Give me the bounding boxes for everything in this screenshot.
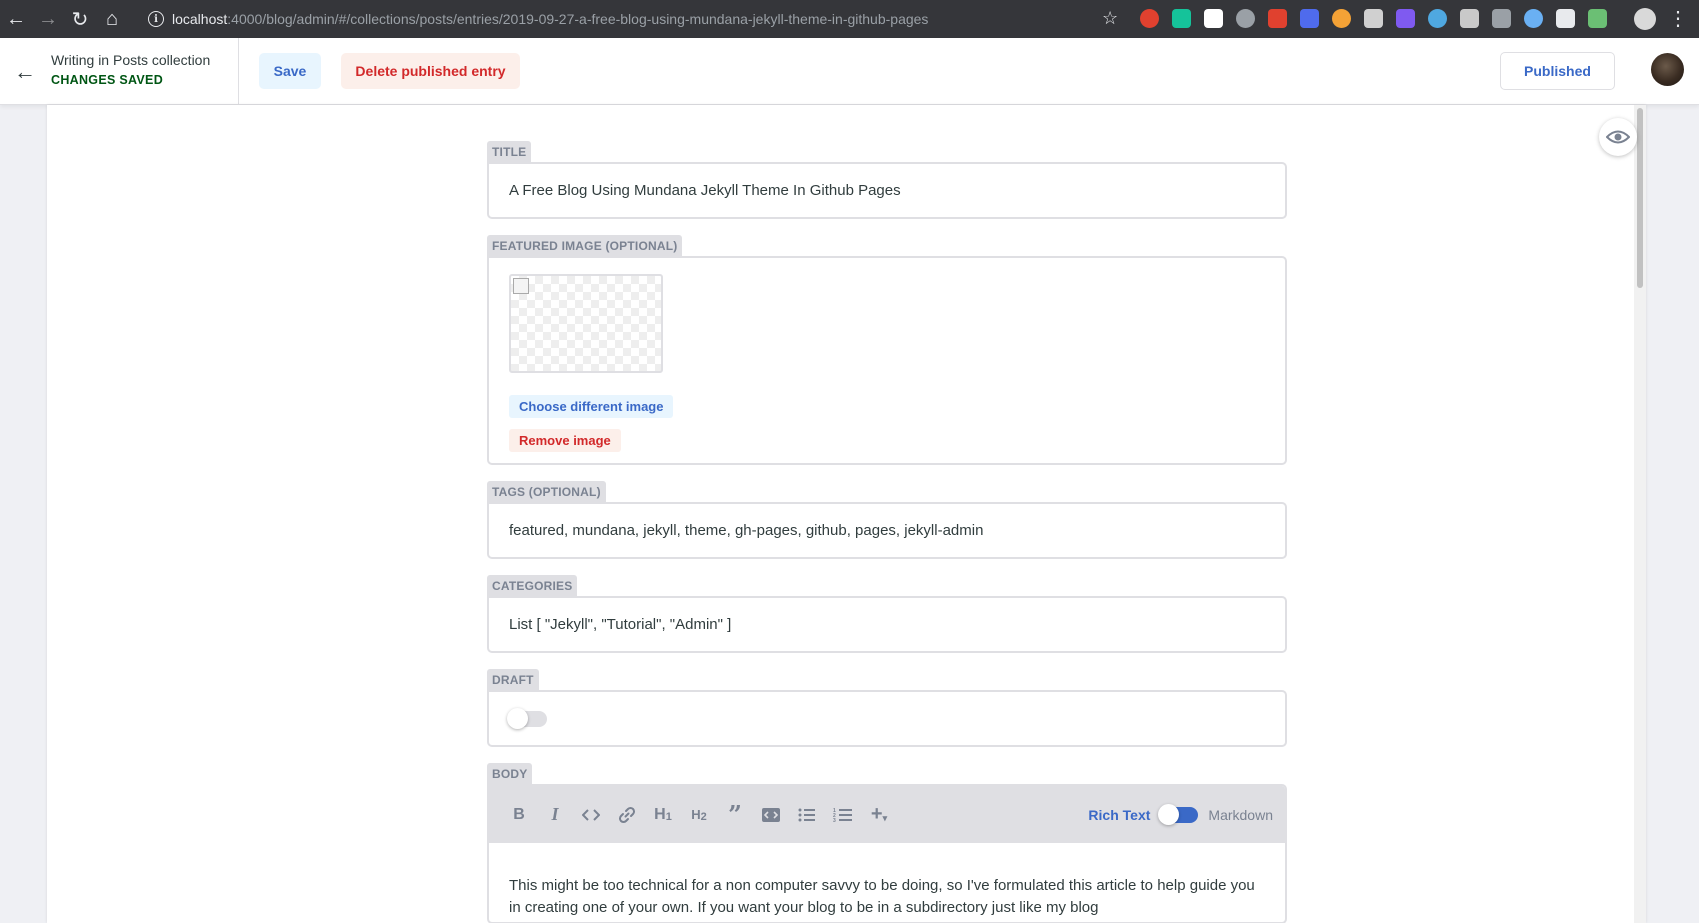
featured-image-field: FEATURED IMAGE (OPTIONAL) Choose differe… [487, 235, 1287, 465]
body-editor-toolbar: B I H1 H2 ” 123 + ▾ Rich Text Markdown [489, 786, 1285, 843]
numbered-list-icon[interactable]: 123 [825, 799, 861, 831]
remove-image-button[interactable]: Remove image [509, 429, 621, 452]
home-icon[interactable]: ⌂ [96, 0, 128, 38]
quote-icon[interactable]: ” [717, 799, 753, 831]
code-icon[interactable] [573, 799, 609, 831]
site-info-icon[interactable]: i [148, 11, 164, 27]
featured-image-box: Choose different image Remove image [487, 256, 1287, 465]
markdown-label[interactable]: Markdown [1208, 807, 1273, 823]
tags-input[interactable]: featured, mundana, jekyll, theme, gh-pag… [487, 502, 1287, 559]
browser-extension-icon[interactable] [1268, 9, 1287, 28]
browser-extension-icon[interactable] [1140, 9, 1159, 28]
editor-panel: TITLE A Free Blog Using Mundana Jekyll T… [47, 105, 1646, 923]
browser-extension-icon[interactable] [1460, 9, 1479, 28]
browser-toolbar: ← → ↻ ⌂ i localhost:4000/blog/admin/#/co… [0, 0, 1699, 38]
tags-label: TAGS (OPTIONAL) [487, 481, 606, 502]
body-editor: B I H1 H2 ” 123 + ▾ Rich Text Markdown T… [487, 784, 1287, 923]
editor-mode-knob [1158, 803, 1180, 825]
back-arrow-icon[interactable]: ← [14, 59, 36, 85]
heading-one-icon[interactable]: H1 [645, 799, 681, 831]
body-field: BODY B I H1 H2 ” 1 2 3 + ▾ Rich Text Mar… [487, 763, 1287, 923]
add-icon[interactable]: + ▾ [861, 799, 897, 831]
editor-header: ← Writing in Posts collection CHANGES SA… [0, 38, 1699, 105]
featured-image-label: FEATURED IMAGE (OPTIONAL) [487, 235, 683, 256]
link-icon[interactable] [609, 799, 645, 831]
italic-icon[interactable]: I [537, 799, 573, 831]
address-bar[interactable]: i localhost:4000/blog/admin/#/collection… [140, 4, 1120, 34]
title-field: TITLE A Free Blog Using Mundana Jekyll T… [487, 141, 1287, 219]
save-button[interactable]: Save [259, 53, 321, 89]
status-saved: CHANGES SAVED [51, 73, 164, 87]
avatar[interactable] [1651, 53, 1684, 86]
bold-icon[interactable]: B [501, 799, 537, 831]
scrollbar-thumb[interactable] [1637, 108, 1643, 288]
reload-icon[interactable]: ↻ [64, 0, 96, 38]
browser-extension-icon[interactable] [1524, 9, 1543, 28]
browser-extension-icon[interactable] [1396, 9, 1415, 28]
header-divider [238, 38, 239, 104]
eye-icon [1606, 130, 1630, 144]
status-title: Writing in Posts collection [51, 52, 211, 68]
heading-two-icon[interactable]: H2 [681, 799, 717, 831]
url-path: :4000/blog/admin/#/collections/posts/ent… [227, 11, 929, 27]
svg-text:3: 3 [833, 818, 836, 823]
browser-extension-icon[interactable] [1364, 9, 1383, 28]
extensions-bar [1140, 9, 1607, 28]
bulleted-list-icon[interactable] [789, 799, 825, 831]
browser-extension-icon[interactable] [1492, 9, 1511, 28]
browser-extension-icon[interactable] [1204, 9, 1223, 28]
title-label: TITLE [487, 141, 532, 162]
code-block-icon[interactable] [753, 799, 789, 831]
browser-profile-icon[interactable] [1634, 8, 1656, 30]
editor-mode-toggle[interactable] [1158, 803, 1199, 825]
featured-image-thumbnail [509, 274, 663, 373]
url-host: localhost [172, 11, 228, 27]
browser-menu-icon[interactable]: ⋮ [1668, 6, 1688, 31]
body-label: BODY [487, 763, 533, 784]
delete-published-entry-button[interactable]: Delete published entry [341, 53, 520, 89]
browser-extension-icon[interactable] [1332, 9, 1351, 28]
tags-field: TAGS (OPTIONAL) featured, mundana, jekyl… [487, 481, 1287, 559]
forward-icon[interactable]: → [32, 0, 64, 38]
draft-label: DRAFT [487, 669, 539, 690]
categories-field: CATEGORIES List [ "Jekyll", "Tutorial", … [487, 575, 1287, 653]
browser-extension-icon[interactable] [1588, 9, 1607, 28]
browser-extension-icon[interactable] [1556, 9, 1575, 28]
browser-extension-icon[interactable] [1428, 9, 1447, 28]
title-input[interactable]: A Free Blog Using Mundana Jekyll Theme I… [487, 162, 1287, 219]
rich-text-label[interactable]: Rich Text [1088, 807, 1150, 823]
published-button[interactable]: Published [1500, 52, 1615, 90]
save-status: Writing in Posts collection CHANGES SAVE… [51, 52, 238, 87]
preview-eye-button[interactable] [1599, 118, 1637, 156]
browser-extension-icon[interactable] [1300, 9, 1319, 28]
choose-image-button[interactable]: Choose different image [509, 395, 674, 418]
bookmark-star-icon[interactable]: ☆ [1102, 8, 1118, 29]
back-icon[interactable]: ← [0, 0, 32, 38]
browser-extension-icon[interactable] [1172, 9, 1191, 28]
browser-extension-icon[interactable] [1236, 9, 1255, 28]
draft-toggle-knob [507, 707, 528, 729]
broken-image-icon [513, 278, 529, 294]
vertical-scrollbar[interactable] [1634, 105, 1646, 923]
mode-switch: Rich Text Markdown [1088, 786, 1273, 843]
draft-toggle-box [487, 690, 1287, 747]
draft-field: DRAFT [487, 669, 1287, 747]
categories-input[interactable]: List [ "Jekyll", "Tutorial", "Admin" ] [487, 596, 1287, 653]
categories-label: CATEGORIES [487, 575, 578, 596]
draft-toggle[interactable] [507, 707, 547, 729]
body-content[interactable]: This might be too technical for a non co… [489, 843, 1285, 919]
